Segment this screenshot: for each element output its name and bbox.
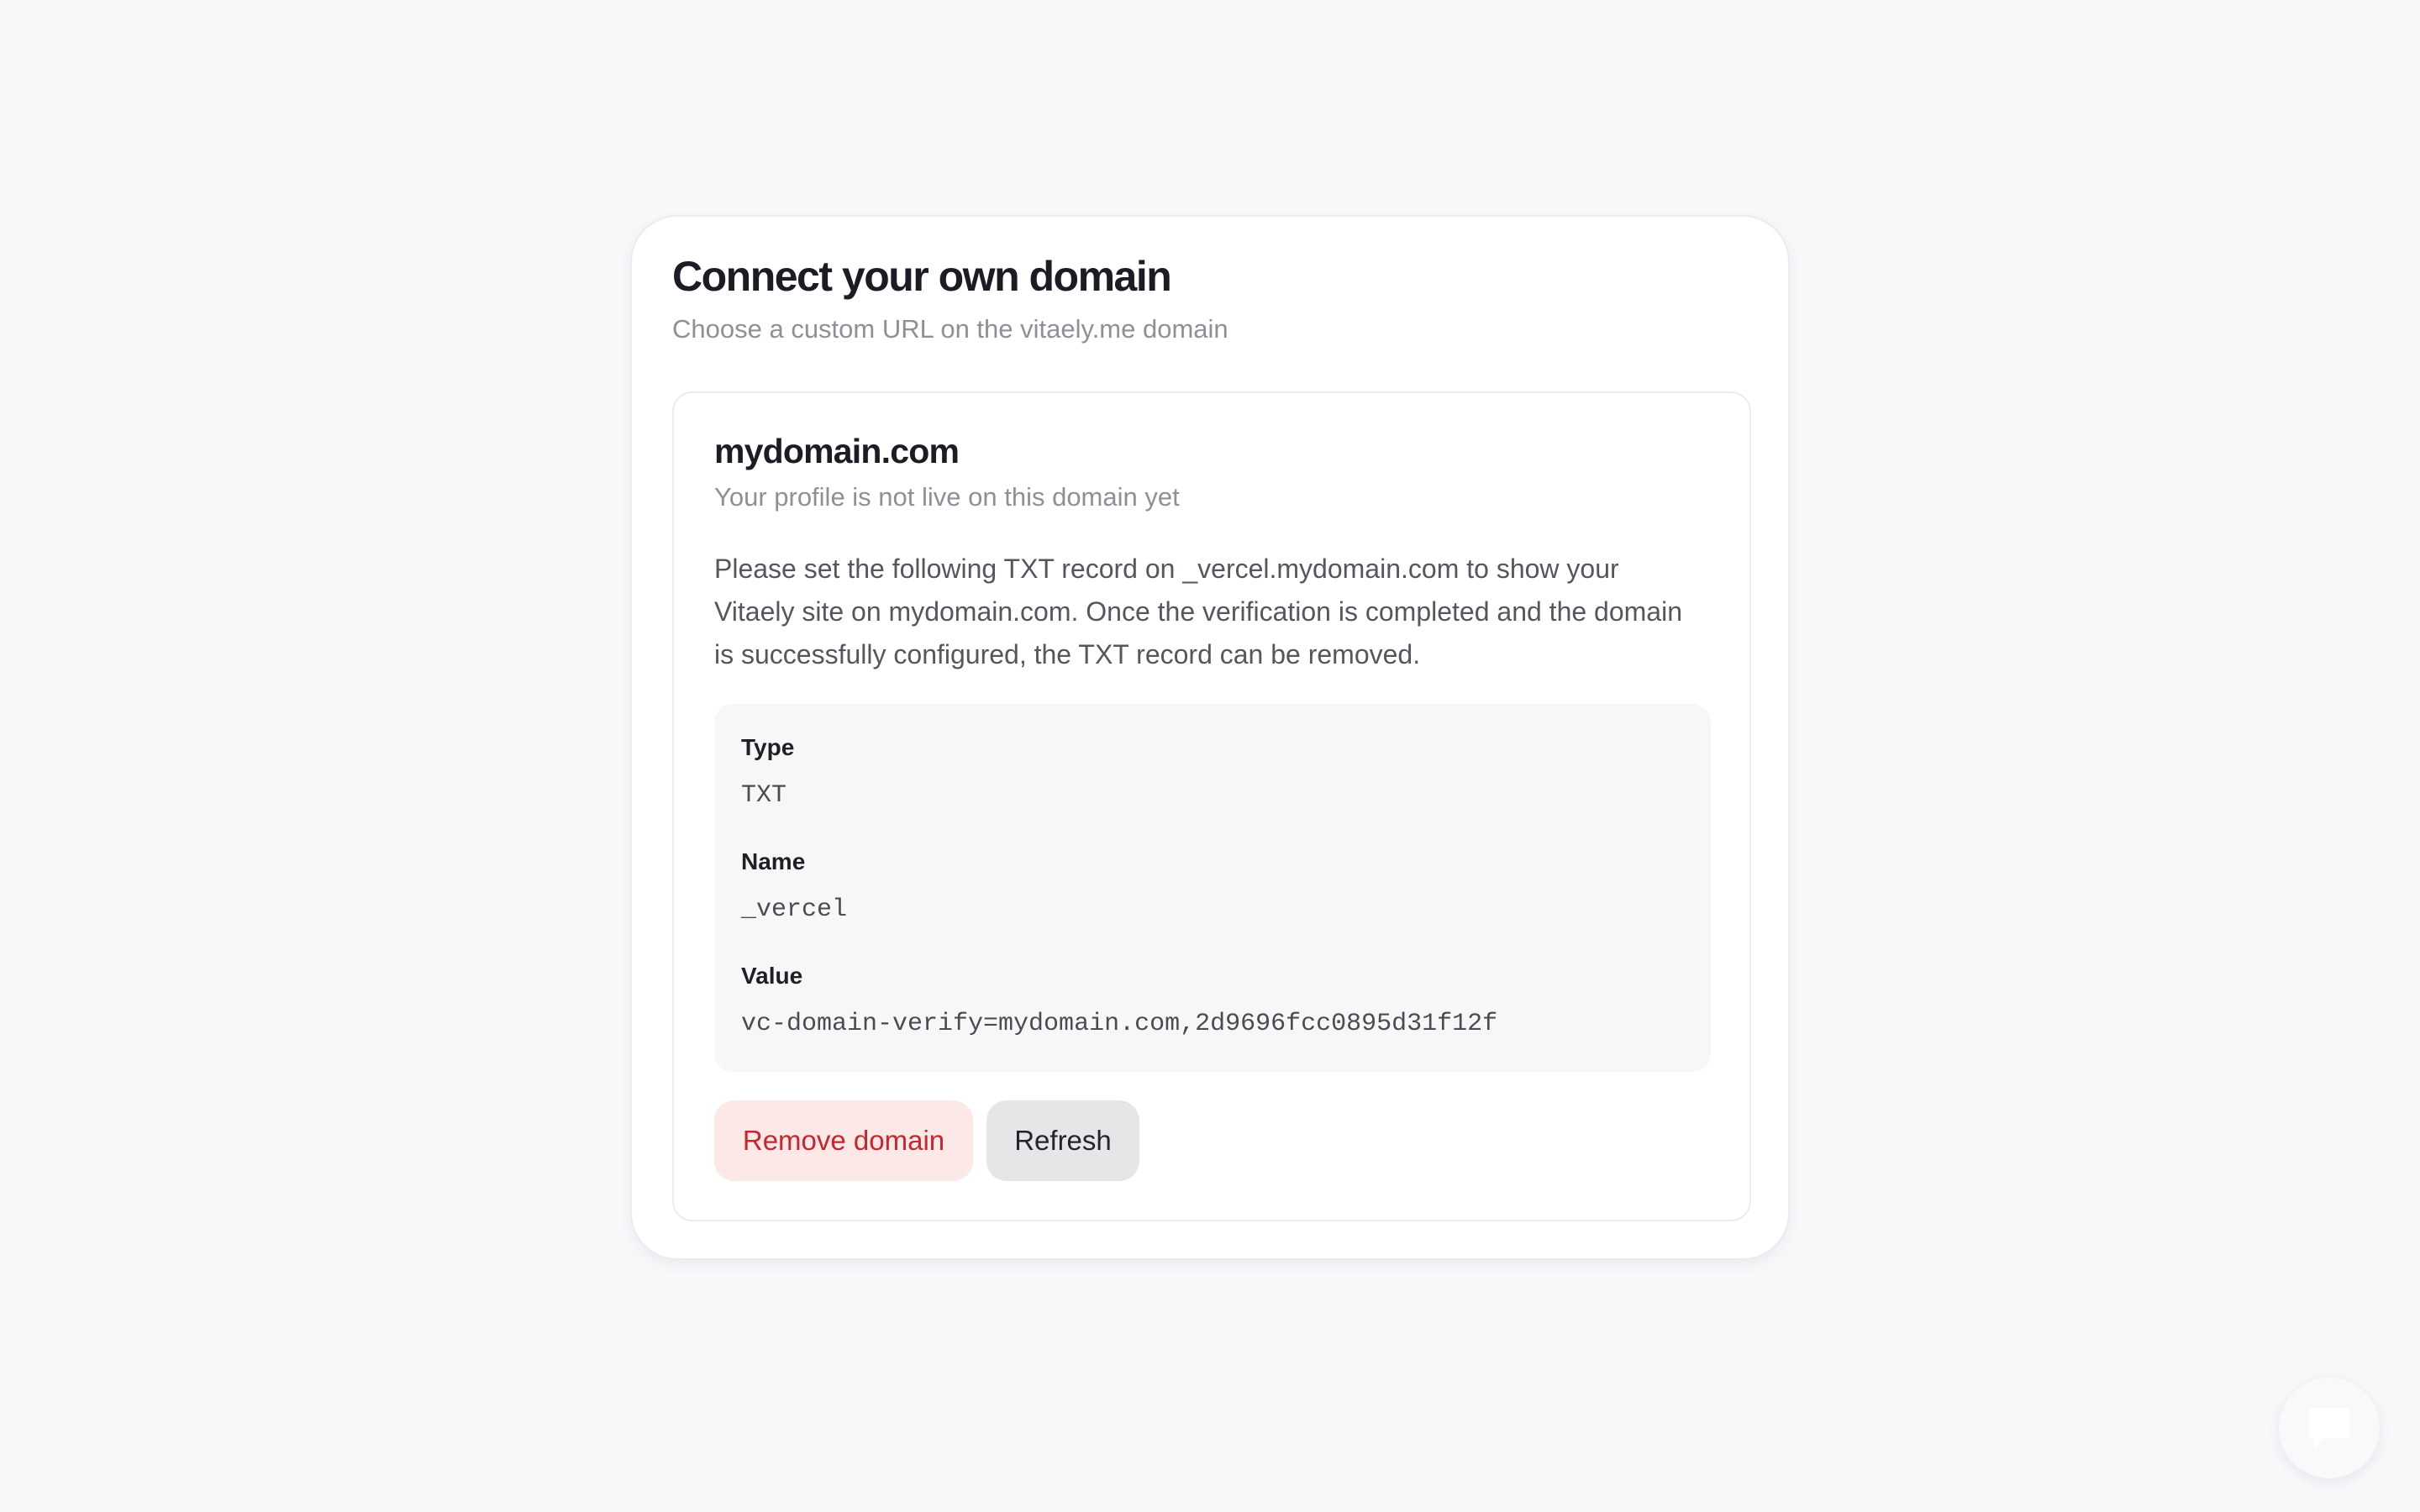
record-name-value: _vercel bbox=[741, 895, 848, 924]
dns-instructions: Please set the following TXT record on _… bbox=[714, 554, 1682, 669]
domain-name: mydomain.com bbox=[714, 432, 960, 470]
record-type-label: Type bbox=[741, 734, 795, 760]
chat-launcher-button[interactable] bbox=[2279, 1378, 2380, 1478]
record-name-label: Name bbox=[741, 848, 806, 874]
remove-domain-button[interactable]: Remove domain bbox=[714, 1100, 973, 1181]
page-title: Connect your own domain bbox=[672, 253, 1172, 300]
page-subtitle: Choose a custom URL on the vitaely.me do… bbox=[672, 314, 1228, 344]
refresh-button[interactable]: Refresh bbox=[986, 1100, 1139, 1181]
record-value-value: vc-domain-verify=mydomain.com,2d9696fcc0… bbox=[741, 1010, 1498, 1038]
chat-bubble-icon bbox=[2309, 1408, 2349, 1448]
connect-domain-card: Connect your own domain Choose a custom … bbox=[630, 215, 1790, 1260]
record-value-label: Value bbox=[741, 963, 803, 989]
domain-status: Your profile is not live on this domain … bbox=[714, 482, 1180, 512]
dns-record-box: Type TXT Name _vercel Value vc-domain-ve… bbox=[714, 704, 1711, 1072]
record-type-value: TXT bbox=[741, 781, 787, 810]
domain-card: mydomain.com Your profile is not live on… bbox=[672, 391, 1751, 1221]
